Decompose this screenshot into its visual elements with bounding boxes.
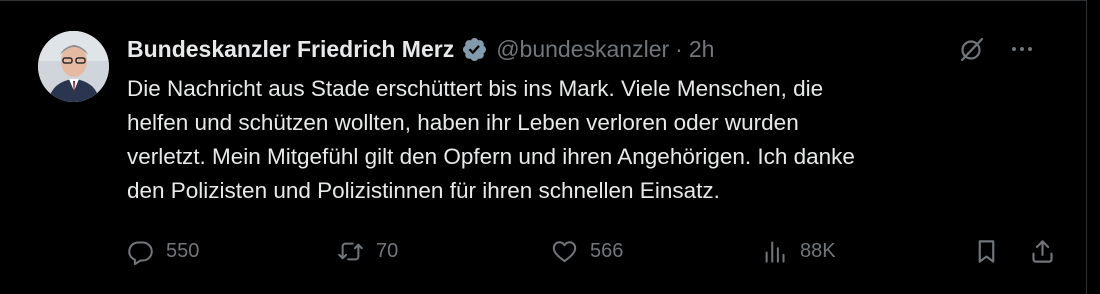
- grok-icon[interactable]: [957, 34, 987, 64]
- display-name[interactable]: Bundeskanzler Friedrich Merz: [127, 36, 454, 63]
- repost-icon: [338, 242, 363, 261]
- reply-button[interactable]: 550: [127, 238, 199, 265]
- verified-badge-icon[interactable]: [461, 36, 488, 63]
- views-button[interactable]: 88K: [761, 238, 836, 265]
- tweet-actions: 550 70 566 88K: [127, 238, 1061, 274]
- tweet[interactable]: Bundeskanzler Friedrich Merz @bundeskanz…: [0, 0, 1087, 294]
- views-icon: [765, 241, 785, 263]
- repost-count: 70: [376, 240, 399, 262]
- tweet-text-line: den Polizisten und Polizistinnen für ihr…: [127, 178, 720, 203]
- more-icon[interactable]: [1007, 34, 1037, 64]
- repost-button[interactable]: 70: [337, 238, 398, 265]
- bookmark-icon: [978, 240, 995, 263]
- like-button[interactable]: 566: [551, 238, 623, 265]
- reply-count: 550: [166, 240, 200, 262]
- tweet-text-line: Die Nachricht aus Stade erschüttert bis …: [127, 76, 824, 101]
- tweet-header: Bundeskanzler Friedrich Merz @bundeskanz…: [127, 32, 714, 66]
- tweet-text: Die Nachricht aus Stade erschüttert bis …: [127, 72, 1017, 208]
- heart-icon: [552, 241, 577, 263]
- timestamp[interactable]: 2h: [689, 36, 715, 63]
- share-button[interactable]: [1029, 238, 1056, 265]
- avatar-image: [38, 31, 109, 102]
- handle[interactable]: @bundeskanzler: [496, 36, 669, 63]
- like-count: 566: [590, 240, 624, 262]
- share-icon: [1032, 240, 1053, 263]
- avatar[interactable]: [38, 31, 109, 102]
- separator-dot: ·: [675, 35, 683, 62]
- views-count: 88K: [800, 240, 836, 262]
- tweet-text-line: helfen und schützen wollten, haben ihr L…: [127, 110, 799, 135]
- tweet-text-line: verletzt. Mein Mitgefühl gilt den Opfern…: [127, 144, 855, 169]
- reply-icon: [128, 241, 153, 265]
- bookmark-button[interactable]: [973, 238, 1000, 265]
- tweet-top-actions: [957, 34, 1037, 64]
